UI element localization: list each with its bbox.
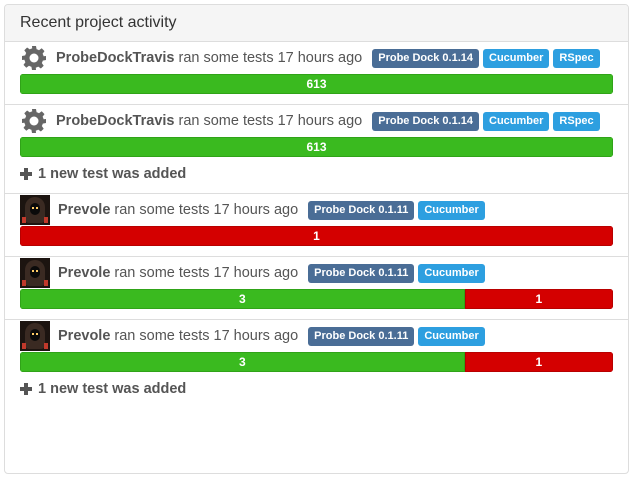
username-link[interactable]: ProbeDockTravis [56,50,174,66]
panel-title: Recent project activity [20,14,177,31]
activity-line: ProbeDockTravis ran some tests 17 hours ag… [20,42,613,74]
username-link[interactable]: ProbeDockTravis [56,113,174,129]
activity-line: ProbeDockTravis ran some tests 17 hours ag… [20,105,613,137]
test-results-bar: 31 [20,352,613,372]
project-version-tag[interactable]: Probe Dock 0.1.11 [308,200,415,220]
user-avatar[interactable] [20,258,50,288]
user-avatar[interactable] [20,195,50,225]
activity-item: Prevole ran some tests 17 hours ago Probe D… [5,320,628,400]
failed-bar[interactable]: 1 [464,289,613,309]
tech-tag[interactable]: RSpec [553,111,600,131]
project-version-tag[interactable]: Probe Dock 0.1.14 [372,111,480,131]
project-version-tag[interactable]: Probe Dock 0.1.11 [308,326,415,346]
tech-tag[interactable]: Cucumber [483,111,550,131]
new-tests-note[interactable]: 1 new test was added [20,378,613,400]
action-text: ran some tests [178,50,274,66]
timestamp: 17 hours ago [213,202,299,218]
tech-tag[interactable]: Cucumber [418,263,485,283]
timestamp: 17 hours ago [277,50,363,66]
tech-tag[interactable]: Cucumber [418,200,485,220]
plus-icon [20,383,32,395]
project-version-tag[interactable]: Probe Dock 0.1.14 [372,48,480,68]
username-link[interactable]: Prevole [58,265,110,281]
activity-item: ProbeDockTravis ran some tests 17 hours ag… [5,105,628,194]
panel-heading: Recent project activity [5,5,628,42]
test-results-bar: 613 [20,74,613,94]
activity-list: ProbeDockTravis ran some tests 17 hours ag… [5,42,628,400]
user-avatar[interactable] [20,321,50,351]
activity-item: Prevole ran some tests 17 hours ago Probe D… [5,257,628,320]
timestamp: 17 hours ago [213,265,299,281]
test-results-bar: 1 [20,226,613,246]
action-text: ran some tests [114,328,210,344]
activity-panel: Recent project activity ProbeDockTravis r… [4,4,629,474]
action-text: ran some tests [178,113,274,129]
new-tests-text: 1 new test was added [38,166,187,182]
new-tests-note[interactable]: 1 new test was added [20,163,613,185]
activity-item: ProbeDockTravis ran some tests 17 hours ag… [5,42,628,105]
username-link[interactable]: Prevole [58,328,110,344]
tech-tag[interactable]: Cucumber [483,48,550,68]
action-text: ran some tests [114,265,210,281]
tech-tag[interactable]: RSpec [553,48,600,68]
passed-bar[interactable]: 3 [20,352,465,372]
username-link[interactable]: Prevole [58,202,110,218]
new-tests-text: 1 new test was added [38,381,187,397]
activity-line: Prevole ran some tests 17 hours ago Probe D… [20,320,613,352]
timestamp: 17 hours ago [213,328,299,344]
tech-tag[interactable]: Cucumber [418,326,485,346]
plus-icon [20,168,32,180]
passed-bar[interactable]: 3 [20,289,465,309]
activity-item: Prevole ran some tests 17 hours ago Probe D… [5,194,628,257]
activity-line: Prevole ran some tests 17 hours ago Probe D… [20,257,613,289]
failed-bar[interactable]: 1 [464,352,613,372]
gear-icon [20,107,48,135]
action-text: ran some tests [114,202,210,218]
failed-bar[interactable]: 1 [20,226,613,246]
test-results-bar: 613 [20,137,613,157]
timestamp: 17 hours ago [277,113,363,129]
project-version-tag[interactable]: Probe Dock 0.1.11 [308,263,415,283]
passed-bar[interactable]: 613 [20,137,613,157]
gear-icon [20,44,48,72]
activity-line: Prevole ran some tests 17 hours ago Probe D… [20,194,613,226]
passed-bar[interactable]: 613 [20,74,613,94]
test-results-bar: 31 [20,289,613,309]
